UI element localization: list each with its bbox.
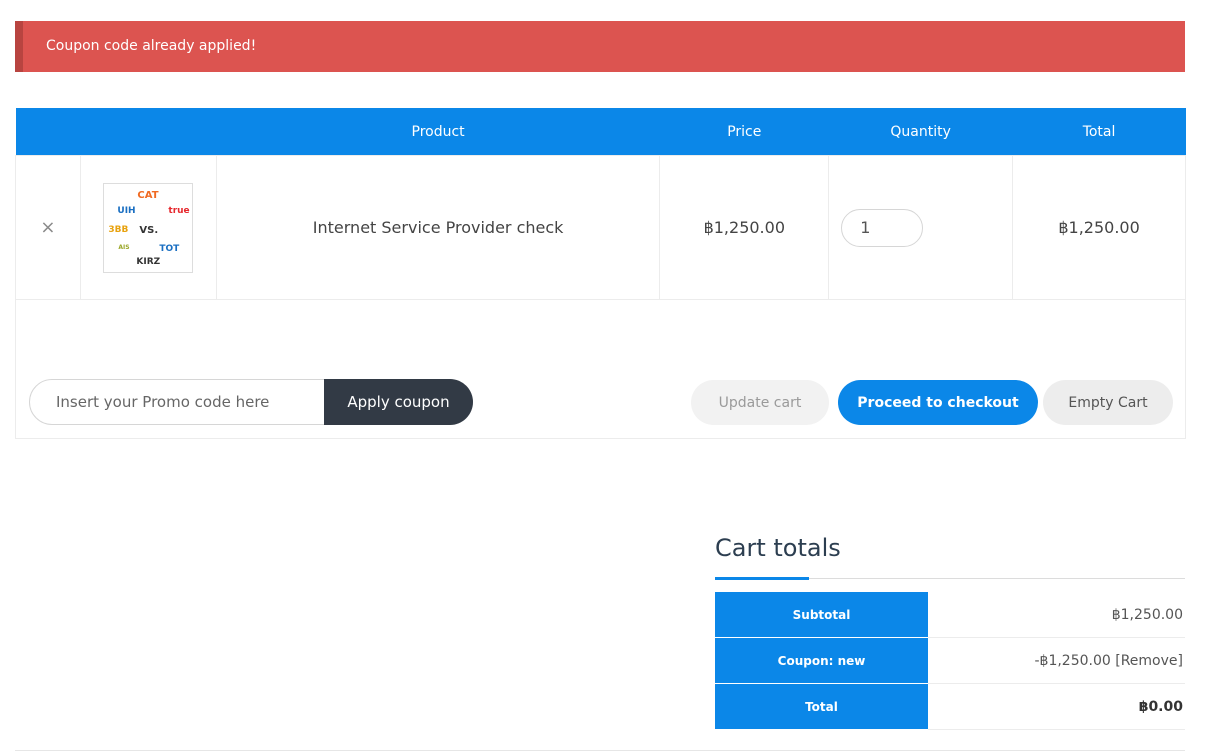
subtotal-row: Subtotal ฿1,250.00 — [715, 592, 1185, 638]
product-thumbnail[interactable]: CAT UIH true 3BB VS. AIS TOT KIRZ — [103, 182, 194, 273]
subtotal-label: Subtotal — [715, 592, 928, 638]
cart-actions-row: Apply coupon Update cart Proceed to chec… — [15, 299, 1186, 439]
thumbnail-logo-ais: AIS — [118, 243, 130, 251]
quantity-input[interactable] — [841, 208, 924, 247]
thumbnail-cell: CAT UIH true 3BB VS. AIS TOT KIRZ — [79, 155, 217, 300]
coupon-code-input[interactable] — [29, 379, 329, 425]
proceed-to-checkout-button[interactable]: Proceed to checkout — [838, 380, 1038, 425]
cart-totals-accent-line — [715, 577, 809, 580]
order-total-value: ฿0.00 — [928, 683, 1185, 730]
item-total: ฿1,250.00 — [1058, 218, 1140, 237]
quantity-cell — [828, 155, 1014, 300]
thumbnail-logo-tot: TOT — [159, 243, 180, 254]
cart-table: Product Price Quantity Total × CAT UIH t… — [15, 108, 1186, 300]
order-total-row: Total ฿0.00 — [715, 683, 1185, 730]
remove-coupon-link[interactable]: [Remove] — [1115, 653, 1183, 669]
subtotal-value: ฿1,250.00 — [928, 592, 1185, 638]
thumbnail-logo-cat: CAT — [137, 189, 159, 201]
apply-coupon-button[interactable]: Apply coupon — [324, 379, 473, 425]
header-remove-col — [15, 108, 81, 156]
thumbnail-logo-uih: UIH — [117, 205, 136, 216]
cart-item-row: × CAT UIH true 3BB VS. AIS TOT KIRZ Inte… — [15, 155, 1186, 300]
bottom-divider — [15, 750, 1185, 751]
empty-cart-button[interactable]: Empty Cart — [1043, 380, 1173, 425]
cart-totals-title: Cart totals — [715, 534, 841, 562]
header-quantity: Quantity — [828, 108, 1013, 156]
update-cart-button[interactable]: Update cart — [691, 380, 829, 425]
header-thumbnail-col — [80, 108, 217, 156]
product-name-cell: Internet Service Provider check — [215, 155, 661, 300]
total-cell: ฿1,250.00 — [1012, 155, 1186, 300]
item-price: ฿1,250.00 — [703, 218, 785, 237]
remove-item-icon[interactable]: × — [40, 217, 55, 238]
order-total-label: Total — [715, 683, 928, 730]
product-name-link[interactable]: Internet Service Provider check — [313, 218, 564, 237]
notice-message: Coupon code already applied! — [46, 38, 257, 54]
thumbnail-logo-kirz: KIRZ — [136, 256, 161, 267]
header-product: Product — [216, 108, 660, 156]
coupon-value-cell: -฿1,250.00 [Remove] — [928, 637, 1185, 684]
header-price: Price — [659, 108, 829, 156]
price-cell: ฿1,250.00 — [659, 155, 830, 300]
coupon-form: Apply coupon — [29, 379, 473, 425]
header-total: Total — [1012, 108, 1186, 156]
coupon-label: Coupon: new — [715, 637, 928, 684]
cart-table-header: Product Price Quantity Total — [15, 108, 1186, 156]
coupon-error-notice: Coupon code already applied! — [15, 21, 1185, 72]
remove-cell: × — [15, 155, 81, 300]
cart-totals-table: Subtotal ฿1,250.00 Coupon: new -฿1,250.0… — [715, 592, 1185, 730]
thumbnail-logo-3bb: 3BB — [108, 224, 129, 235]
thumbnail-logo-true: true — [168, 205, 190, 216]
coupon-discount-value: -฿1,250.00 — [1034, 652, 1111, 669]
coupon-row: Coupon: new -฿1,250.00 [Remove] — [715, 637, 1185, 684]
thumbnail-vs-label: VS. — [139, 224, 159, 236]
